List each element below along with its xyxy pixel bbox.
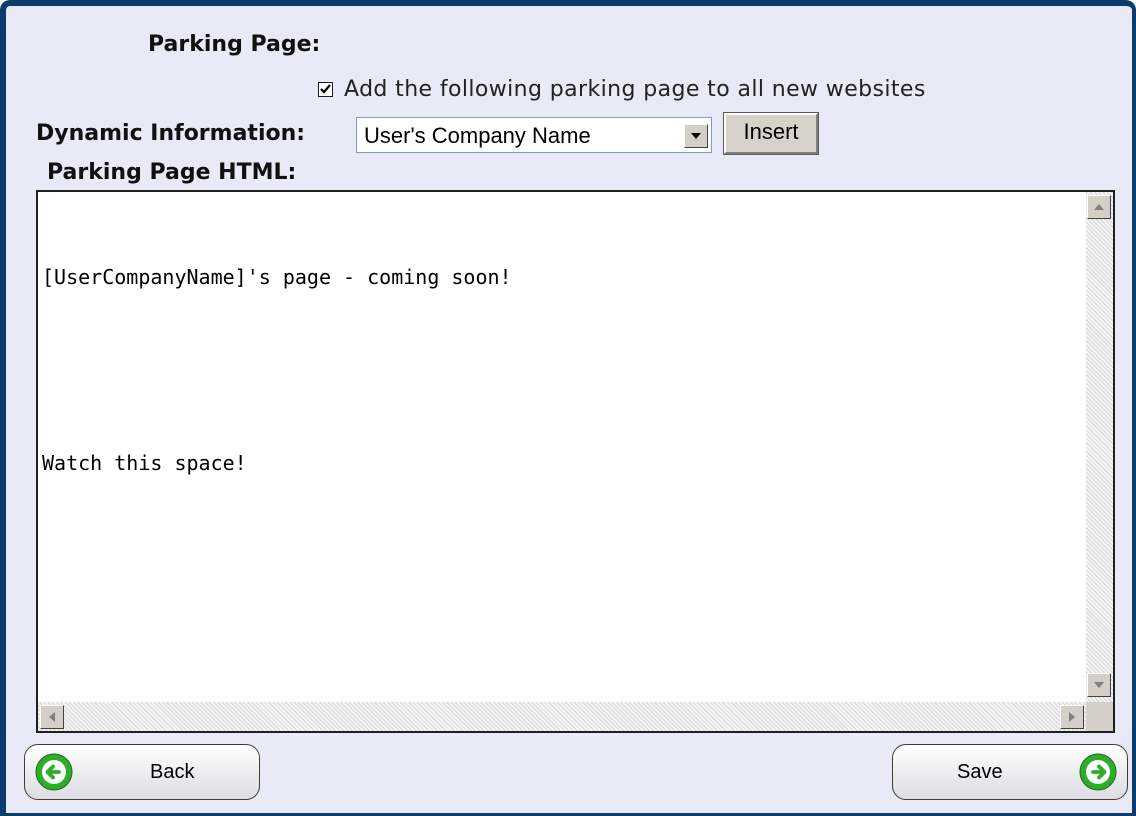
back-arrow-icon	[35, 753, 73, 791]
arrow-right-icon	[1069, 712, 1075, 722]
scroll-down-button[interactable]	[1087, 673, 1111, 697]
back-button-label: Back	[150, 761, 195, 783]
add-parking-page-label: Add the following parking page to all ne…	[344, 76, 926, 102]
dropdown-arrow-button[interactable]	[684, 124, 708, 148]
arrow-down-icon	[1094, 682, 1104, 688]
add-parking-page-option[interactable]: Add the following parking page to all ne…	[318, 76, 926, 102]
scrollbar-corner	[1086, 702, 1113, 731]
scroll-left-button[interactable]	[40, 705, 64, 729]
vertical-scrollbar[interactable]	[1086, 192, 1113, 702]
back-button[interactable]: Back	[24, 744, 260, 800]
forward-arrow-icon	[1079, 753, 1117, 791]
editor-content[interactable]: [UserCompanyName]'s page - coming soon! …	[42, 200, 512, 541]
horizontal-scrollbar[interactable]	[38, 702, 1086, 731]
scroll-up-button[interactable]	[1087, 195, 1111, 219]
parking-page-html-editor[interactable]: [UserCompanyName]'s page - coming soon! …	[36, 190, 1115, 733]
dynamic-information-selected-value: User's Company Name	[364, 123, 591, 148]
insert-button[interactable]: Insert	[723, 112, 819, 155]
arrow-up-icon	[1094, 204, 1104, 210]
checkmark-icon	[320, 83, 331, 94]
save-button[interactable]: Save	[892, 744, 1128, 800]
scroll-right-button[interactable]	[1060, 705, 1084, 729]
editor-line: Watch this space!	[42, 451, 247, 475]
parking-page-html-label: Parking Page HTML:	[47, 160, 297, 185]
parking-page-heading: Parking Page:	[148, 32, 321, 57]
add-parking-page-checkbox[interactable]	[318, 81, 333, 97]
arrow-left-icon	[49, 712, 55, 722]
editor-line: [UserCompanyName]'s page - coming soon!	[42, 265, 512, 289]
dynamic-information-select[interactable]: User's Company Name	[356, 117, 712, 153]
dynamic-information-label: Dynamic Information:	[36, 121, 306, 146]
chevron-down-icon	[691, 133, 701, 139]
save-button-label: Save	[957, 761, 1003, 783]
